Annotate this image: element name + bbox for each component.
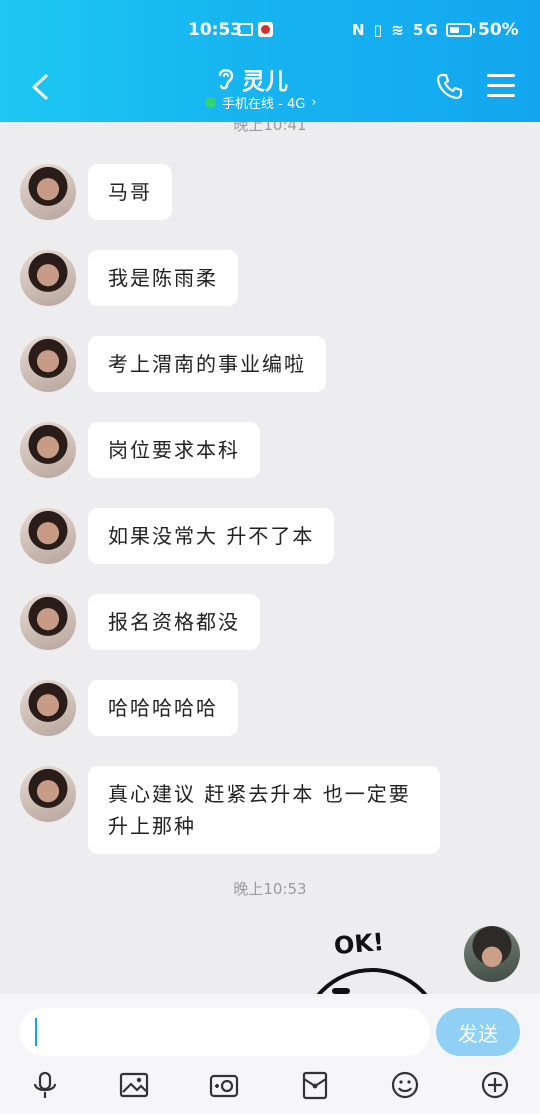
input-bar: 发送 bbox=[0, 994, 540, 1114]
contact-name: 灵儿 bbox=[242, 69, 288, 95]
battery-icon bbox=[446, 23, 475, 37]
avatar[interactable] bbox=[20, 164, 76, 220]
status-time: 10:53 bbox=[188, 20, 243, 40]
message-row: 马哥 bbox=[20, 164, 172, 220]
more-button[interactable] bbox=[480, 1070, 510, 1100]
sticker-text: OK! bbox=[332, 927, 386, 961]
avatar[interactable] bbox=[20, 594, 76, 650]
emoji-icon bbox=[391, 1071, 419, 1099]
menu-button[interactable] bbox=[487, 74, 515, 98]
message-bubble[interactable]: 真心建议 赶紧去升本 也一定要升上那种 bbox=[88, 766, 440, 854]
avatar[interactable] bbox=[20, 766, 76, 822]
contact-status: 手机在线 - 4G bbox=[222, 97, 306, 112]
contact-title[interactable]: 灵儿 bbox=[216, 62, 326, 96]
red-packet-button[interactable] bbox=[300, 1070, 330, 1100]
avatar[interactable] bbox=[20, 250, 76, 306]
back-button[interactable] bbox=[28, 72, 52, 102]
battery-fill bbox=[450, 27, 459, 33]
chevron-right-icon: › bbox=[311, 95, 317, 110]
text-caret bbox=[35, 1018, 37, 1046]
message-row: 报名资格都没 bbox=[20, 594, 260, 650]
plus-icon bbox=[481, 1071, 509, 1099]
image-button[interactable] bbox=[119, 1070, 149, 1100]
message-bubble[interactable]: 如果没常大 升不了本 bbox=[88, 508, 335, 564]
message-row: 如果没常大 升不了本 bbox=[20, 508, 335, 564]
message-bubble[interactable]: 马哥 bbox=[88, 164, 172, 220]
my-avatar[interactable] bbox=[464, 926, 520, 982]
wallet-icon bbox=[302, 1071, 328, 1100]
sticker-image[interactable] bbox=[300, 968, 444, 994]
timestamp: 晚上10:41 bbox=[233, 122, 307, 134]
ear-icon bbox=[218, 69, 234, 90]
message-row: 我是陈雨柔 bbox=[20, 250, 238, 306]
message-bubble[interactable]: 我是陈雨柔 bbox=[88, 250, 238, 306]
message-row: 真心建议 赶紧去升本 也一定要升上那种 bbox=[20, 766, 440, 854]
menu-icon bbox=[487, 74, 515, 77]
app-notification-icon bbox=[258, 22, 273, 37]
avatar[interactable] bbox=[20, 680, 76, 736]
phone-icon bbox=[436, 73, 463, 100]
back-icon bbox=[32, 74, 48, 100]
camera-icon bbox=[209, 1074, 239, 1098]
battery-percent: 50% bbox=[478, 20, 519, 40]
message-bubble[interactable]: 报名资格都没 bbox=[88, 594, 260, 650]
message-bubble[interactable]: 岗位要求本科 bbox=[88, 422, 260, 478]
message-bubble[interactable]: 哈哈哈哈哈 bbox=[88, 680, 238, 736]
chat-header: 10:53 N ▯ ≋ 5G 50% 灵儿 手机在线 - 4G › bbox=[0, 0, 540, 122]
message-row: 哈哈哈哈哈 bbox=[20, 680, 238, 736]
contact-status-line[interactable]: 手机在线 - 4G › bbox=[205, 93, 317, 112]
avatar[interactable] bbox=[20, 336, 76, 392]
image-icon bbox=[119, 1072, 149, 1098]
message-input[interactable] bbox=[20, 1008, 430, 1056]
signal-icons: N ▯ ≋ 5G bbox=[352, 21, 440, 39]
avatar[interactable] bbox=[20, 422, 76, 478]
call-button[interactable] bbox=[436, 72, 464, 100]
message-row: 考上渭南的事业编啦 bbox=[20, 336, 326, 392]
message-bubble[interactable]: 考上渭南的事业编啦 bbox=[88, 336, 326, 392]
mail-notification-icon bbox=[238, 23, 253, 36]
send-button[interactable]: 发送 bbox=[436, 1008, 520, 1056]
message-list[interactable]: 晚上10:41 马哥 我是陈雨柔 考上渭南的事业编啦 岗位要求本科 如果没常大 … bbox=[0, 122, 540, 994]
message-row: 岗位要求本科 bbox=[20, 422, 260, 478]
voice-button[interactable] bbox=[30, 1070, 60, 1100]
camera-button[interactable] bbox=[209, 1070, 239, 1100]
avatar[interactable] bbox=[20, 508, 76, 564]
timestamp: 晚上10:53 bbox=[233, 880, 307, 898]
online-dot bbox=[205, 97, 216, 108]
emoji-button[interactable] bbox=[390, 1070, 420, 1100]
mic-icon bbox=[33, 1071, 57, 1098]
